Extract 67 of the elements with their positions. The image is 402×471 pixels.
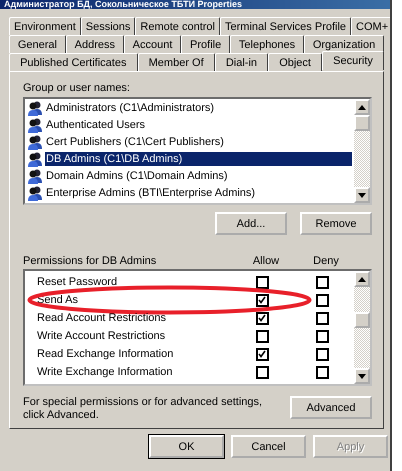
- scroll-up-button[interactable]: [354, 271, 370, 287]
- group-item[interactable]: Cert Publishers (C1\Cert Publishers): [27, 133, 352, 150]
- allow-checkbox[interactable]: [256, 330, 268, 342]
- permission-name: Write Exchange Information: [36, 366, 174, 378]
- users-icon: [27, 184, 43, 200]
- deny-checkbox[interactable]: [316, 366, 328, 378]
- dialog-button[interactable]: OK: [149, 435, 224, 458]
- deny-checkbox[interactable]: [316, 276, 328, 288]
- scroll-thumb[interactable]: [354, 312, 370, 328]
- group-list-label: Group or user names:: [23, 82, 131, 94]
- permission-name: Read Exchange Information: [36, 348, 174, 360]
- tab[interactable]: Terminal Services Profile: [220, 17, 352, 35]
- users-icon: [27, 116, 43, 132]
- deny-checkbox[interactable]: [316, 330, 328, 342]
- scrollbar[interactable]: [354, 99, 370, 203]
- allow-checkbox[interactable]: [256, 348, 268, 360]
- advanced-button[interactable]: Advanced: [290, 396, 372, 419]
- dialog-button[interactable]: Cancel: [231, 435, 306, 458]
- dialog-button[interactable]: Remove: [300, 212, 372, 235]
- allow-checkbox[interactable]: [256, 276, 268, 288]
- deny-checkbox[interactable]: [316, 348, 328, 360]
- users-icon: [27, 168, 43, 184]
- group-item[interactable]: Domain Admins (C1\Domain Admins): [27, 167, 352, 184]
- tab[interactable]: COM+: [351, 17, 390, 35]
- tab[interactable]: Dial-in: [214, 53, 268, 71]
- allow-checkbox[interactable]: [256, 294, 268, 306]
- down-arrow-icon: [358, 192, 366, 198]
- advanced-note: For special permissions or for advanced settings, click Advanced.: [23, 396, 263, 422]
- tab[interactable]: General: [9, 35, 66, 53]
- permission-name: Reset Password: [36, 276, 118, 288]
- permission-name: Write Account Restrictions: [36, 330, 166, 342]
- column-header: Deny: [312, 255, 340, 267]
- up-arrow-icon: [358, 104, 366, 110]
- users-icon: [27, 100, 43, 116]
- tab[interactable]: Account: [124, 35, 182, 53]
- tab[interactable]: Profile: [181, 35, 230, 53]
- group-item[interactable]: Administrators (C1\Administrators): [27, 99, 352, 116]
- scroll-up-button[interactable]: [354, 99, 370, 115]
- permissions-label: Permissions for DB Admins: [23, 255, 158, 267]
- deny-checkbox[interactable]: [316, 294, 328, 306]
- column-header: Allow: [252, 255, 280, 267]
- tab[interactable]: Member Of: [138, 53, 215, 71]
- group-item[interactable]: Enterprise Admins (BTI\Enterprise Admins): [27, 184, 352, 201]
- tab[interactable]: Environment: [9, 17, 81, 35]
- deny-checkbox[interactable]: [316, 312, 328, 324]
- up-arrow-icon: [358, 276, 366, 282]
- tab[interactable]: Organization: [304, 35, 384, 53]
- tab[interactable]: Address: [66, 35, 124, 53]
- scroll-down-button[interactable]: [354, 368, 370, 384]
- tab[interactable]: Remote control: [135, 17, 220, 35]
- tab[interactable]: Sessions: [80, 17, 136, 35]
- users-icon: [27, 150, 43, 166]
- tab[interactable]: Object: [268, 53, 322, 71]
- tab[interactable]: Published Certificates: [9, 53, 138, 71]
- dialog-button[interactable]: Add...: [215, 212, 287, 235]
- scroll-thumb[interactable]: [354, 115, 370, 131]
- permission-name: Read Account Restrictions: [36, 312, 168, 324]
- group-item[interactable]: Authenticated Users: [27, 116, 352, 133]
- users-icon: [27, 134, 43, 150]
- allow-checkbox[interactable]: [256, 312, 268, 324]
- allow-checkbox[interactable]: [256, 366, 268, 378]
- scroll-down-button[interactable]: [354, 187, 370, 203]
- scrollbar[interactable]: [354, 271, 370, 384]
- tab[interactable]: Telephones: [230, 35, 304, 53]
- window-title: Администратор БД, Сокольническое ТБТИ Properties: [3, 0, 242, 9]
- tab[interactable]: Security: [322, 51, 384, 70]
- down-arrow-icon: [358, 374, 366, 378]
